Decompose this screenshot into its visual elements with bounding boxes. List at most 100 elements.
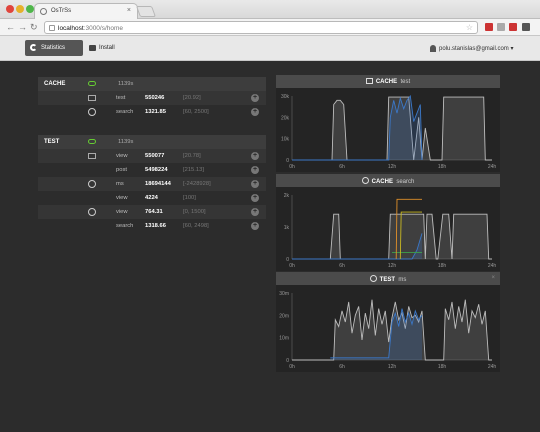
group-name: TEST (44, 139, 60, 145)
add-chart-button[interactable]: + (251, 166, 259, 174)
x-tick-label: 6h (339, 364, 345, 370)
table-row: post 5498224 [215.13] + (38, 163, 266, 177)
group-header[interactable]: CACHE 1139s (38, 77, 266, 91)
chart-icon (88, 153, 96, 159)
stat-key: view (116, 195, 128, 201)
table-row: test 550246 [20.92] + (38, 91, 266, 105)
add-chart-button[interactable]: + (251, 180, 259, 188)
reload-icon[interactable]: ↻ (30, 22, 38, 33)
browser-tab-strip: OsTrSs × (0, 0, 540, 19)
browser-toolbar: ← → ↻ localhost:3000/s/home ☆ (0, 19, 540, 36)
x-tick-label: 18h (438, 164, 447, 170)
stat-key: view (116, 209, 128, 215)
add-chart-button[interactable]: + (251, 152, 259, 160)
x-tick-label: 12h (388, 364, 397, 370)
y-tick-label: 20m (279, 313, 289, 319)
stat-range: [0, 1500] (183, 209, 206, 215)
x-tick-label: 24h (488, 164, 497, 170)
stat-key: ms (116, 181, 124, 187)
extension-icon[interactable] (497, 23, 505, 31)
stat-value: 550077 (145, 153, 165, 159)
add-chart-button[interactable]: + (251, 94, 259, 102)
stat-value: 1321.85 (145, 109, 166, 115)
stat-value: 550246 (145, 95, 165, 101)
url-host: localhost (58, 25, 84, 32)
stat-key: view (116, 153, 128, 159)
stat-value: 764.31 (145, 209, 163, 215)
x-tick-label: 12h (388, 164, 397, 170)
x-tick-label: 24h (488, 263, 497, 269)
new-tab-button[interactable] (135, 6, 157, 17)
table-row: search 1318.66 [60, 2498] + (38, 219, 266, 233)
x-tick-label: 0h (289, 263, 295, 269)
address-bar[interactable]: localhost:3000/s/home ☆ (44, 21, 478, 34)
browser-tab[interactable]: OsTrSs × (34, 3, 138, 19)
install-label: Install (99, 45, 115, 51)
x-tick-label: 0h (289, 164, 295, 170)
y-tick-label: 20k (281, 115, 290, 121)
statistics-nav-button[interactable]: Statistics (25, 40, 83, 56)
chart-panel: CACHE test 0 10k 20k 30k 0h 6h 12h 18h 24h (276, 75, 500, 172)
back-icon[interactable]: ← (6, 22, 15, 32)
stat-value: 1318.66 (145, 223, 166, 229)
panel-title: CACHE (371, 179, 393, 185)
chart-panel: CACHE search 0 1k 2k 0h 6h 12h 18h 24h (276, 174, 500, 271)
stat-value: 4224 (145, 195, 158, 201)
panel-title: CACHE (375, 79, 398, 85)
y-tick-label: 10k (281, 137, 290, 143)
line-chart: 01k2k0h 6h 12h 18h 24h (276, 187, 500, 271)
table-row: view 550077 [20.78] + (38, 149, 266, 163)
close-panel-icon[interactable]: × (491, 275, 495, 281)
y-tick-label: 30k (281, 94, 290, 100)
add-chart-button[interactable]: + (251, 108, 259, 116)
stat-group-test: TEST 1139s view 550077 [20.78] + post 54… (38, 135, 266, 233)
stat-key: test (116, 95, 126, 101)
user-menu[interactable]: polu.stanislas@gmail.com ▾ (430, 45, 513, 52)
panel-subtitle: test (400, 79, 411, 85)
tab-close-icon[interactable]: × (127, 7, 131, 14)
chart-panel-header: CACHE search (276, 174, 500, 187)
line-chart: 010k20k30k0h 6h 12h 18h 24h (276, 88, 500, 172)
add-chart-button[interactable]: + (251, 208, 259, 216)
extension-icon[interactable] (485, 23, 493, 31)
minimize-window-icon[interactable] (16, 5, 24, 13)
x-tick-label: 0h (289, 364, 295, 370)
table-row: search 1321.85 [60, 2500] + (38, 105, 266, 119)
timer-icon (369, 275, 377, 282)
wrench-icon[interactable] (522, 23, 530, 31)
timer-icon (88, 180, 96, 188)
favicon-icon (40, 8, 47, 15)
group-header[interactable]: TEST 1139s (38, 135, 266, 149)
table-row: view 4224 [100] + (38, 191, 266, 205)
stat-key: search (116, 109, 134, 115)
pie-chart-icon (30, 44, 37, 51)
install-nav-link[interactable]: Install (89, 45, 115, 51)
forward-icon[interactable]: → (18, 22, 27, 32)
stat-range: [100] (183, 195, 196, 201)
chart-icon (88, 95, 96, 101)
star-icon[interactable]: ☆ (466, 23, 473, 32)
table-row: ms 18694144 [-2428928] + (38, 177, 266, 191)
stat-range: [60, 2500] (183, 109, 209, 115)
x-tick-label: 6h (339, 164, 345, 170)
timer-icon (88, 108, 96, 116)
link-icon (88, 81, 96, 86)
close-window-icon[interactable] (6, 5, 14, 13)
url-path: :3000/s/home (83, 25, 124, 32)
x-tick-label: 6h (339, 263, 345, 269)
user-icon (430, 45, 436, 52)
x-tick-label: 18h (438, 263, 447, 269)
y-tick-label: 30m (279, 291, 289, 297)
add-chart-button[interactable]: + (251, 222, 259, 230)
group-name: CACHE (44, 81, 66, 87)
panel-subtitle: ms (398, 277, 407, 283)
stat-range: [215.13] (183, 167, 204, 173)
zoom-window-icon[interactable] (26, 5, 34, 13)
gmail-icon[interactable] (509, 23, 517, 31)
link-icon (88, 139, 96, 144)
y-tick-label: 10m (279, 336, 289, 342)
add-chart-button[interactable]: + (251, 194, 259, 202)
chart-panel-header: TEST ms × (276, 272, 500, 285)
app-navbar: Statistics Install polu.stanislas@gmail.… (0, 36, 540, 61)
user-email: polu.stanislas@gmail.com ▾ (439, 46, 514, 52)
